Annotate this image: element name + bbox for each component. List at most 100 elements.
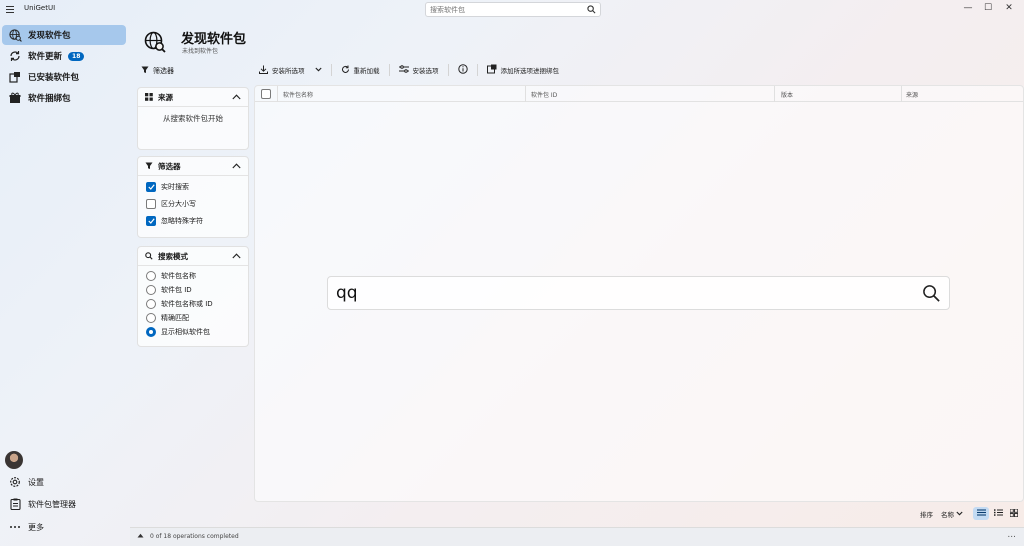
search-mode-exact[interactable]: 精确匹配 [138, 311, 248, 325]
column-header-source[interactable]: 来源 [906, 90, 918, 99]
search-mode-name[interactable]: 软件包名称 [138, 269, 248, 283]
reload-button[interactable]: 重新加载 [336, 62, 385, 78]
filter-option-label: 区分大小写 [161, 199, 196, 208]
select-all-checkbox[interactable] [261, 89, 271, 99]
chevron-up-icon[interactable] [232, 162, 241, 171]
search-mode-label: 软件包 ID [161, 286, 192, 294]
global-search-input[interactable] [426, 3, 576, 16]
sidebar-item-bundles[interactable]: 软件捆绑包 [2, 88, 126, 108]
filter-ignore-special[interactable]: 忽略特殊字符 [138, 212, 248, 229]
chevron-up-icon[interactable] [232, 93, 241, 102]
grid-view-button[interactable] [1006, 507, 1022, 520]
sidebar-item-installed[interactable]: 已安装软件包 [2, 67, 126, 87]
funnel-icon [141, 66, 149, 76]
search-mode-similar[interactable]: 显示相似软件包 [138, 325, 248, 339]
search-mode-panel-header[interactable]: 搜索模式 [138, 247, 248, 266]
toolbar: 安装所选项 重新加载 安装选项 添加所选项进捆绑包 [254, 62, 564, 78]
chevron-down-icon [314, 66, 322, 74]
expand-operations-icon[interactable] [137, 533, 144, 540]
toolbar-divider [447, 64, 449, 76]
search-mode-label: 精确匹配 [161, 314, 189, 322]
add-to-bundle-button[interactable]: 添加所选项进捆绑包 [482, 62, 565, 78]
search-mode-panel: 搜索模式 软件包名称 软件包 ID 软件包名称或 ID 精确匹配 显示相似软件包 [137, 246, 249, 347]
filters-label: 筛选器 [153, 67, 174, 75]
close-button[interactable]: ✕ [999, 2, 1019, 14]
detail-list-view-button[interactable] [990, 507, 1006, 520]
sidebar-item-label: 设置 [28, 477, 44, 487]
funnel-icon [145, 162, 153, 170]
sort-dropdown[interactable]: 名称 [941, 509, 963, 519]
avatar[interactable] [5, 451, 23, 469]
column-header-version[interactable]: 版本 [781, 90, 793, 99]
globe-search-icon [8, 28, 22, 42]
installed-apps-icon [8, 70, 22, 84]
filter-option-label: 实时搜索 [161, 182, 189, 191]
download-icon [259, 65, 268, 76]
filters-toggle[interactable]: 筛选器 [141, 66, 174, 76]
sources-title: 来源 [158, 92, 173, 102]
radio-selected[interactable] [146, 327, 156, 337]
sidebar-item-updates[interactable]: 软件更新 18 [2, 46, 126, 66]
radio-unselected[interactable] [146, 313, 156, 323]
gift-box-icon [8, 91, 22, 105]
search-mode-label: 显示相似软件包 [161, 328, 210, 336]
search-mode-id[interactable]: 软件包 ID [138, 283, 248, 297]
radio-unselected[interactable] [146, 271, 156, 281]
search-mode-label: 软件包名称 [161, 272, 196, 280]
filter-live-search[interactable]: 实时搜索 [138, 178, 248, 195]
sources-panel: 来源 从搜索软件包开始 [137, 87, 249, 150]
minimize-button[interactable]: — [958, 2, 978, 14]
info-button[interactable] [453, 62, 473, 78]
sidebar-item-settings[interactable]: 设置 [2, 473, 126, 491]
column-header-name[interactable]: 软件包名称 [283, 90, 313, 99]
reload-label: 重新加载 [353, 67, 380, 75]
sort-label: 排序 [920, 511, 933, 519]
install-options-button[interactable]: 安装选项 [394, 62, 444, 78]
status-more-button[interactable]: ... [1007, 530, 1016, 540]
filter-case-sensitive[interactable]: 区分大小写 [138, 195, 248, 212]
sidebar-item-label: 软件捆绑包 [28, 94, 71, 104]
radio-unselected[interactable] [146, 285, 156, 295]
chevron-up-icon[interactable] [232, 252, 241, 261]
main-search-box[interactable] [327, 276, 950, 310]
column-divider [525, 86, 526, 102]
maximize-button[interactable]: ☐ [978, 2, 998, 14]
search-icon[interactable] [922, 284, 941, 305]
toolbar-divider [476, 64, 478, 76]
checkbox-unchecked[interactable] [146, 198, 156, 209]
radio-unselected[interactable] [146, 299, 156, 309]
sidebar-item-label: 软件更新 [28, 52, 63, 62]
install-options-label: 安装选项 [412, 67, 439, 75]
checkbox-checked[interactable] [146, 215, 156, 226]
search-mode-name-or-id[interactable]: 软件包名称或 ID [138, 297, 248, 311]
search-mode-label: 软件包名称或 ID [161, 300, 213, 308]
page-subtitle: 未找到软件包 [182, 48, 219, 55]
global-search-box[interactable] [425, 2, 601, 17]
bundle-add-icon [486, 64, 497, 76]
gear-icon [8, 475, 22, 489]
install-selected-button[interactable]: 安装所选项 [254, 62, 310, 78]
operations-status-text: 0 of 18 operations completed [150, 533, 239, 540]
sources-panel-header[interactable]: 来源 [138, 88, 248, 107]
ellipsis-icon [8, 520, 22, 534]
filters-panel-header[interactable]: 筛选器 [138, 157, 248, 176]
checkbox-checked[interactable] [146, 181, 156, 192]
column-header-id[interactable]: 软件包 ID [531, 90, 557, 99]
grid-icon [145, 93, 153, 101]
menu-icon[interactable] [6, 3, 18, 15]
search-icon[interactable] [587, 5, 596, 16]
search-icon [145, 252, 153, 260]
sidebar-item-label: 已安装软件包 [28, 73, 80, 83]
install-dropdown-button[interactable] [310, 62, 327, 78]
filter-option-label: 忽略特殊字符 [161, 216, 203, 225]
list-view-icon [976, 509, 986, 518]
search-mode-title: 搜索模式 [158, 251, 188, 261]
globe-search-icon [144, 31, 166, 55]
column-divider [774, 86, 775, 102]
page-title: 发现软件包 [181, 32, 247, 47]
main-search-input[interactable] [328, 277, 888, 309]
sidebar-item-label: 发现软件包 [28, 31, 71, 41]
sidebar-item-discover[interactable]: 发现软件包 [2, 25, 126, 45]
list-view-button[interactable] [973, 507, 989, 520]
title-bar: UniGetUI — ☐ ✕ [0, 0, 1024, 18]
